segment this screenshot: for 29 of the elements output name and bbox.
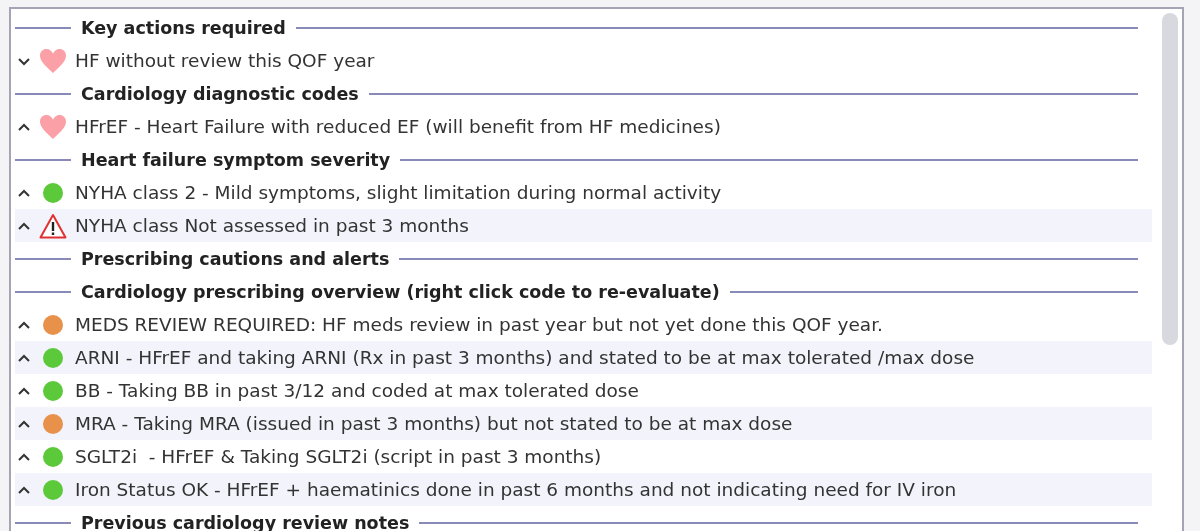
chevron-up-icon[interactable] bbox=[17, 220, 31, 231]
section-heading: Cardiology prescribing overview (right click code to re-evaluate) bbox=[81, 281, 720, 302]
chevron-up-icon[interactable] bbox=[17, 385, 31, 396]
chevron-up-icon[interactable] bbox=[17, 418, 31, 429]
item-text[interactable]: HFrEF - Heart Failure with reduced EF (will benefit from HF medicines) bbox=[75, 116, 721, 137]
warning-icon bbox=[39, 212, 67, 239]
item-text[interactable]: MEDS REVIEW REQUIRED: HF meds review in past year but not yet done this QOF year. bbox=[75, 314, 883, 335]
heart-icon bbox=[39, 113, 67, 140]
item-text[interactable]: NYHA class Not assessed in past 3 months bbox=[75, 215, 469, 236]
item-text[interactable]: ARNI - HFrEF and taking ARNI (Rx in past 3 months) and stated to be at max tolerated /max dose bbox=[75, 347, 975, 368]
chevron-up-icon[interactable] bbox=[17, 121, 31, 132]
section-heading: Cardiology diagnostic codes bbox=[81, 83, 359, 104]
item-text[interactable]: MRA - Taking MRA (issued in past 3 months) but not stated to be at max dose bbox=[75, 413, 793, 434]
item-text[interactable]: HF without review this QOF year bbox=[75, 50, 375, 71]
section-heading: Prescribing cautions and alerts bbox=[81, 248, 390, 269]
item-text[interactable]: Iron Status OK - HFrEF + haematinics done in past 6 months and not indicating need for IV iron bbox=[75, 479, 957, 500]
scrollbar-thumb[interactable] bbox=[1162, 13, 1178, 345]
chevron-up-icon[interactable] bbox=[17, 451, 31, 462]
chevron-up-icon[interactable] bbox=[17, 187, 31, 198]
chevron-up-icon[interactable] bbox=[17, 319, 31, 330]
item-text[interactable]: SGLT2i - HFrEF & Taking SGLT2i (script in past 3 months) bbox=[75, 446, 602, 467]
chevron-up-icon[interactable] bbox=[17, 484, 31, 495]
item-text[interactable]: NYHA class 2 - Mild symptoms, slight limitation during normal activity bbox=[75, 182, 722, 203]
chevron-down-icon[interactable] bbox=[17, 55, 31, 66]
heart-icon bbox=[39, 47, 67, 74]
section-heading: Key actions required bbox=[81, 17, 286, 38]
item-text[interactable]: BB - Taking BB in past 3/12 and coded at max tolerated dose bbox=[75, 380, 639, 401]
section-heading: Heart failure symptom severity bbox=[81, 149, 391, 170]
chevron-up-icon[interactable] bbox=[17, 352, 31, 363]
